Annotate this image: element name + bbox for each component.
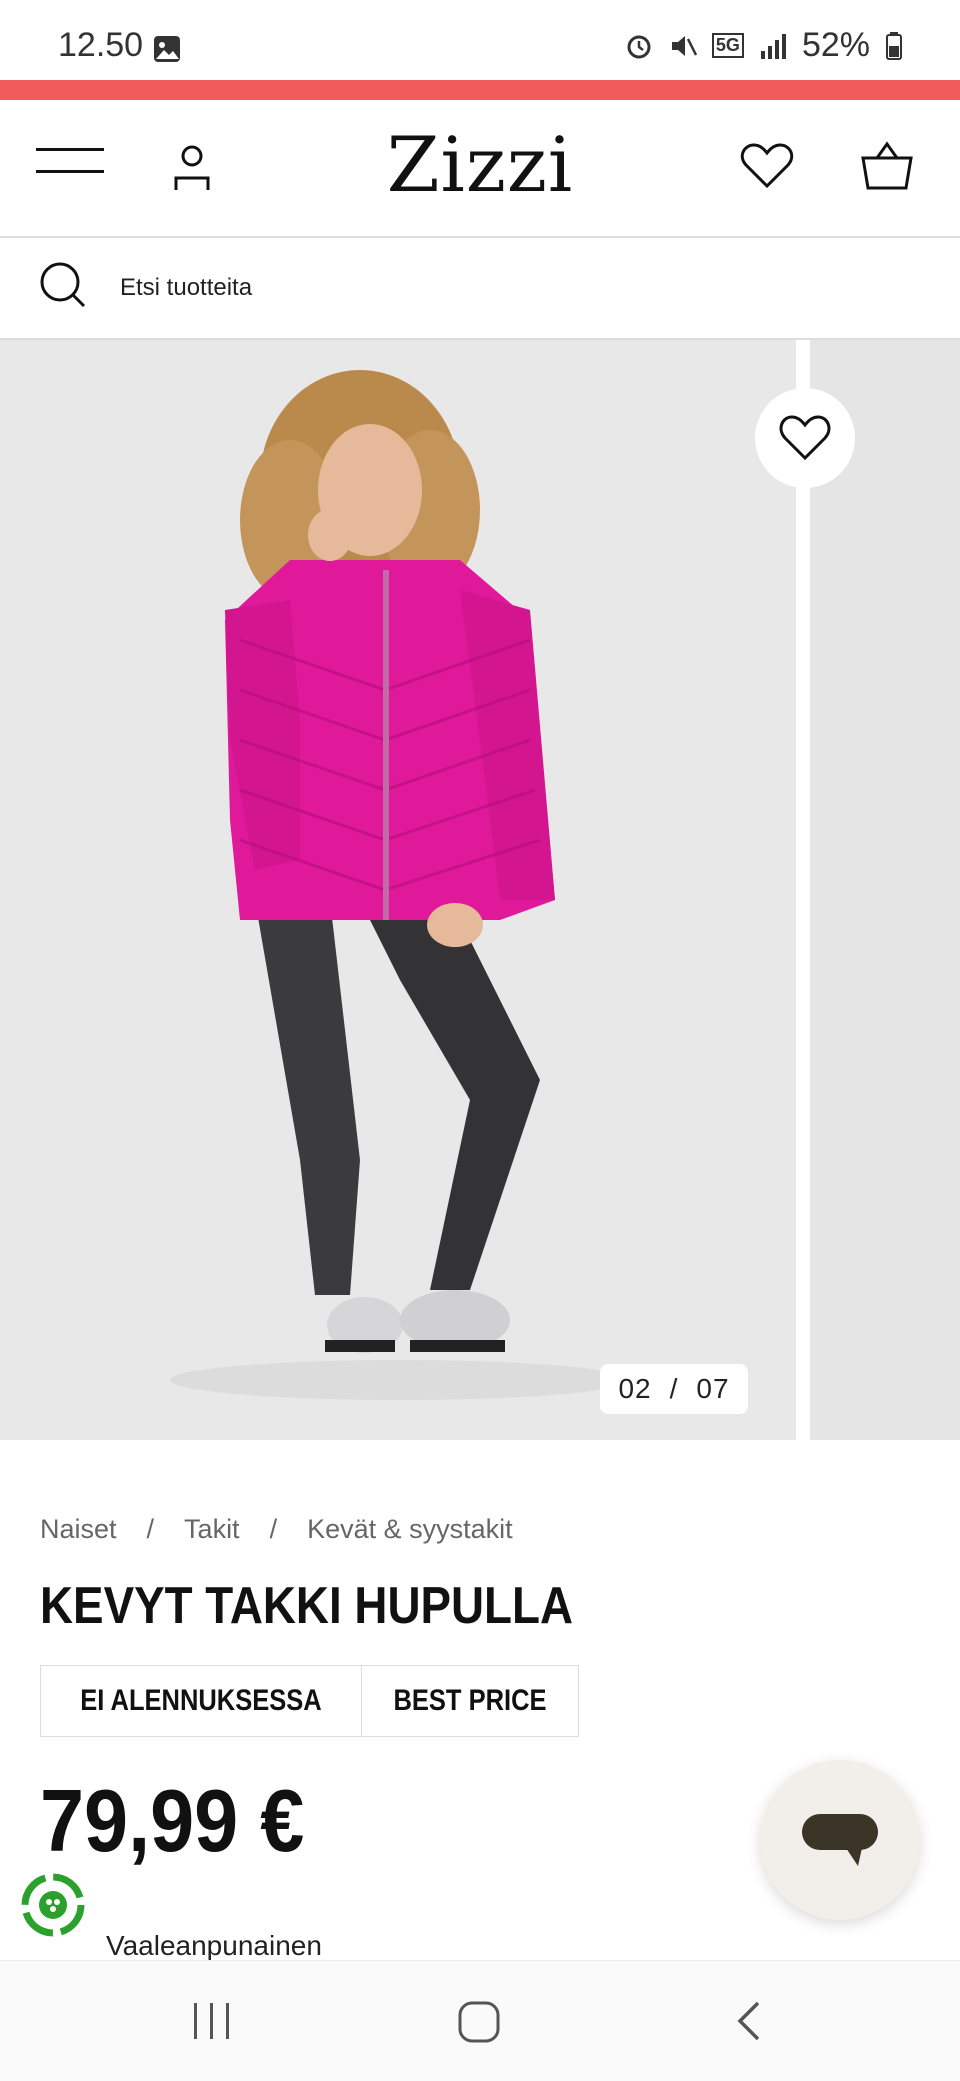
gallery-divider bbox=[796, 340, 810, 1440]
product-image-gallery[interactable]: 02 / 07 bbox=[0, 340, 960, 1440]
alarm-icon bbox=[627, 35, 651, 58]
wishlist-icon[interactable] bbox=[740, 142, 794, 190]
image-counter-current: 02 bbox=[618, 1373, 652, 1404]
home-icon[interactable] bbox=[456, 1999, 502, 2045]
recycle-icon[interactable] bbox=[18, 1870, 88, 1940]
product-price: 79,99 € bbox=[40, 1771, 305, 1870]
product-title: KEVYT TAKKI HUPULLA bbox=[40, 1577, 574, 1635]
mute-icon bbox=[671, 35, 698, 56]
search-bar[interactable]: Etsi tuotteita bbox=[0, 238, 960, 340]
badge-best-price-label: BEST PRICE bbox=[393, 1684, 547, 1717]
image-counter-separator: / bbox=[669, 1373, 679, 1404]
search-icon[interactable] bbox=[38, 260, 88, 310]
breadcrumb-naiset[interactable]: Naiset bbox=[40, 1514, 117, 1545]
network-type: 5G bbox=[711, 33, 744, 58]
breadcrumb-kevat-syystakit[interactable]: Kevät & syystakit bbox=[307, 1514, 513, 1545]
product-badges: EI ALENNUKSESSA BEST PRICE bbox=[40, 1665, 579, 1737]
promo-strip bbox=[0, 80, 960, 100]
badge-no-discount-label: EI ALENNUKSESSA bbox=[80, 1684, 322, 1717]
site-header: Zizzi bbox=[0, 100, 960, 238]
system-navigation-bar bbox=[0, 1960, 960, 2081]
battery-icon bbox=[886, 31, 902, 60]
badge-no-discount: EI ALENNUKSESSA bbox=[40, 1665, 362, 1737]
status-icons: 5G 52% bbox=[624, 26, 904, 65]
badge-best-price: BEST PRICE bbox=[361, 1665, 579, 1737]
status-time: 12.50 bbox=[58, 26, 144, 64]
breadcrumb-takit[interactable]: Takit bbox=[184, 1514, 240, 1545]
gallery-notification-icon bbox=[154, 36, 180, 62]
signal-icon bbox=[760, 33, 786, 59]
image-counter: 02 / 07 bbox=[600, 1364, 748, 1414]
chat-bubble-icon bbox=[802, 1814, 878, 1866]
heart-icon bbox=[779, 415, 831, 461]
selected-color-name: Vaaleanpunainen bbox=[106, 1930, 322, 1961]
status-bar: 12.50 5G 52% bbox=[0, 0, 960, 80]
next-image-preview[interactable] bbox=[810, 340, 960, 1440]
shopping-bag-icon[interactable] bbox=[860, 140, 914, 192]
image-counter-total: 07 bbox=[696, 1373, 730, 1404]
zizzi-logo[interactable]: Zizzi bbox=[0, 120, 960, 209]
breadcrumb: Naiset / Takit / Kevät & syystakit bbox=[40, 1514, 513, 1545]
breadcrumb-separator: / bbox=[269, 1514, 278, 1544]
product-photo bbox=[0, 340, 796, 1440]
breadcrumb-separator: / bbox=[146, 1514, 155, 1544]
chat-button[interactable] bbox=[760, 1760, 920, 1920]
battery-percent: 52% bbox=[801, 26, 870, 64]
back-icon[interactable] bbox=[730, 1999, 770, 2045]
search-input[interactable]: Etsi tuotteita bbox=[120, 274, 252, 302]
recent-apps-icon[interactable] bbox=[190, 1999, 234, 2043]
add-to-wishlist-button[interactable] bbox=[755, 388, 855, 488]
